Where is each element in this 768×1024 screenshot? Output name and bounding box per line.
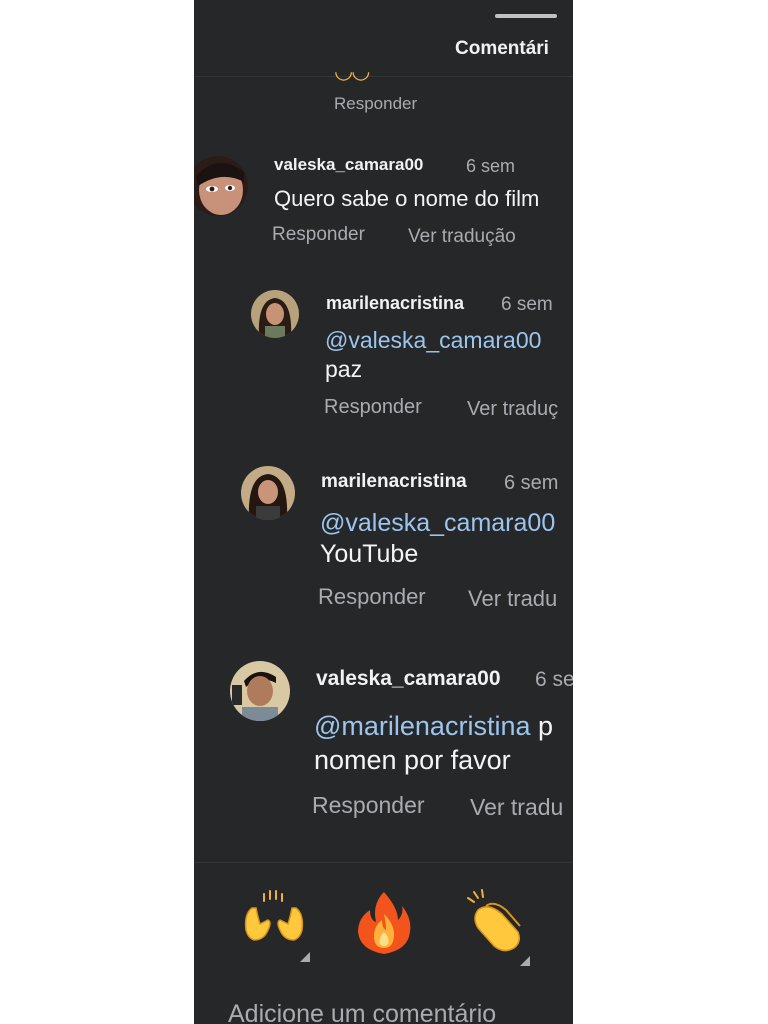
raising-hands-icon[interactable] bbox=[238, 888, 310, 960]
mention-link[interactable]: @valeska_camara00 bbox=[320, 509, 555, 537]
comment-time: 6 sem bbox=[501, 294, 553, 315]
sheet-title: Comentári bbox=[455, 38, 549, 59]
avatar[interactable] bbox=[194, 156, 248, 216]
comment-text: paz bbox=[325, 356, 363, 382]
reply-button[interactable]: Responder bbox=[334, 94, 417, 114]
comment-text: nomen por favor bbox=[314, 745, 511, 775]
comment-text: YouTube bbox=[320, 540, 419, 568]
reply-button[interactable]: Responder bbox=[318, 584, 426, 610]
comment-mention: @valeska_camara00 bbox=[325, 326, 541, 354]
corner-indicator-icon bbox=[300, 952, 310, 962]
mention-link[interactable]: @valeska_camara00 bbox=[325, 327, 541, 353]
comment-text-fragment: p bbox=[538, 711, 554, 741]
comment-username[interactable]: marilenacristina bbox=[321, 471, 467, 493]
sheet-grab-handle[interactable] bbox=[495, 14, 557, 18]
corner-indicator-icon bbox=[520, 956, 530, 966]
footer-divider bbox=[194, 862, 573, 863]
comment-username[interactable]: valeska_camara00 bbox=[316, 667, 501, 691]
mention-link[interactable]: @marilenacristina bbox=[314, 711, 530, 741]
clapping-hands-icon[interactable] bbox=[458, 888, 530, 960]
comment-time: 6 sem bbox=[504, 472, 559, 494]
reply-button[interactable]: Responder bbox=[324, 396, 422, 419]
avatar[interactable] bbox=[251, 290, 299, 338]
comments-sheet: Comentári ◡◡ Responder valeska_camara00 … bbox=[194, 0, 573, 1024]
comment-time: 6 sem bbox=[466, 156, 516, 176]
reply-button[interactable]: Responder bbox=[312, 792, 425, 819]
translate-button[interactable]: Ver tradu bbox=[470, 794, 563, 821]
fire-icon[interactable] bbox=[348, 888, 420, 960]
translate-button[interactable]: Ver tradu bbox=[468, 586, 557, 612]
comment-time: 6 se bbox=[535, 668, 573, 691]
comment-input[interactable]: Adicione um comentário bbox=[228, 1000, 496, 1024]
comment-mention: @marilenacristina p bbox=[314, 710, 553, 743]
reply-button[interactable]: Responder bbox=[272, 224, 365, 246]
comment-text: Quero sabe o nome do film bbox=[274, 186, 540, 211]
header-divider bbox=[194, 76, 573, 77]
avatar[interactable] bbox=[230, 661, 290, 721]
avatar[interactable] bbox=[241, 466, 295, 520]
partial-emoji-icon: ◡◡ bbox=[334, 58, 370, 83]
translate-button[interactable]: Ver tradução bbox=[408, 226, 516, 248]
comment-mention: @valeska_camara00 bbox=[320, 508, 555, 539]
comment-username[interactable]: valeska_camara00 bbox=[274, 155, 423, 175]
translate-button[interactable]: Ver traduç bbox=[467, 398, 558, 421]
comment-username[interactable]: marilenacristina bbox=[326, 293, 464, 314]
